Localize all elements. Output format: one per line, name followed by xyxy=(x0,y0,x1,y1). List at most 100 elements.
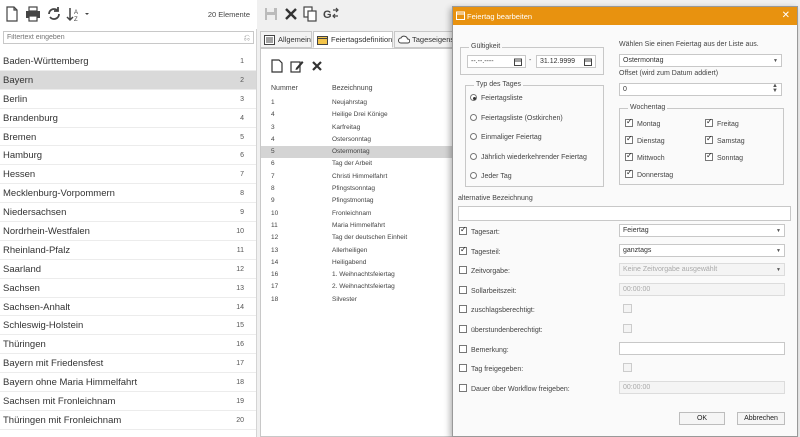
tab-allgemein[interactable]: Allgemein xyxy=(260,31,312,48)
weekday-checkbox[interactable]: Dienstag xyxy=(625,134,665,145)
calendar-picker-icon[interactable] xyxy=(514,58,522,66)
holiday-name: Neujahrstag xyxy=(332,99,368,106)
state-number: 7 xyxy=(240,171,244,179)
table-row[interactable]: 6 Tag der Arbeit xyxy=(261,158,455,170)
property-checkbox[interactable]: zuschlagsberechtigt: xyxy=(459,305,535,314)
table-row[interactable]: 1 Neujahrstag xyxy=(261,97,455,109)
list-item[interactable]: Bremen 5 xyxy=(0,128,256,147)
list-item[interactable]: Berlin 3 xyxy=(0,90,256,109)
delete-icon[interactable] xyxy=(284,6,298,22)
table-row[interactable]: 4 Ostersonntag xyxy=(261,134,455,146)
property-checkbox[interactable]: Tagesteil: xyxy=(459,245,501,256)
day-type-radio[interactable]: Feiertagsliste (Ostkirchen) xyxy=(470,113,563,122)
filter-input[interactable] xyxy=(4,32,234,43)
list-item[interactable]: Brandenburg 4 xyxy=(0,109,256,128)
calendar-picker-icon[interactable] xyxy=(584,58,592,66)
list-item[interactable]: Bayern mit Friedensfest 17 xyxy=(0,354,256,374)
list-item[interactable]: Rheinland-Pfalz 11 xyxy=(0,241,256,260)
table-row[interactable]: 5 Ostermontag xyxy=(261,146,455,159)
property-value-field[interactable]: Feiertag ▼ xyxy=(619,224,785,237)
new-document-icon[interactable] xyxy=(5,6,21,22)
list-item[interactable]: Sachsen 13 xyxy=(0,279,256,298)
list-item[interactable]: Hamburg 6 xyxy=(0,146,256,166)
weekday-checkbox[interactable]: Sonntag xyxy=(705,151,743,162)
date-to-field[interactable]: 31.12.9999 xyxy=(536,55,596,68)
list-item[interactable]: Hessen 7 xyxy=(0,165,256,185)
holiday-select[interactable]: Ostermontag ▼ xyxy=(619,54,782,67)
table-row[interactable]: 14 Heiligabend xyxy=(261,257,455,269)
weekday-checkbox[interactable]: Mittwoch xyxy=(625,151,665,162)
col-number-header[interactable]: Nummer xyxy=(271,85,298,92)
save-icon[interactable] xyxy=(264,6,278,22)
weekday-checkbox[interactable]: Montag xyxy=(625,117,660,128)
new-holiday-icon[interactable] xyxy=(271,59,285,73)
spinner-icon[interactable]: ▲ ▼ xyxy=(772,84,778,94)
table-row[interactable]: 12 Tag der deutschen Einheit xyxy=(261,232,455,244)
list-item[interactable]: Saarland 12 xyxy=(0,260,256,279)
table-row[interactable]: 10 Fronleichnam xyxy=(261,208,455,220)
close-icon[interactable]: ✕ xyxy=(782,10,790,21)
holiday-number: 12 xyxy=(271,234,279,242)
date-from-field[interactable]: --.--.---- xyxy=(467,55,526,68)
table-row[interactable]: 16 1. Weihnachtsfeiertag xyxy=(261,269,455,281)
day-type-radio[interactable]: Feiertagsliste xyxy=(470,94,523,102)
radio-icon xyxy=(470,133,477,140)
list-item[interactable]: Sachsen mit Fronleichnam 19 xyxy=(0,392,256,411)
checkbox-icon xyxy=(459,325,467,333)
state-number: 11 xyxy=(236,246,244,254)
state-number: 15 xyxy=(236,322,244,330)
list-item[interactable]: Thüringen mit Fronleichnam 20 xyxy=(0,411,256,430)
property-value-field[interactable]: ganztags ▼ xyxy=(619,243,785,257)
table-row[interactable]: 17 2. Weihnachtsfeiertag xyxy=(261,281,455,293)
table-row[interactable]: 11 Maria Himmelfahrt xyxy=(261,220,455,232)
day-type-radio[interactable]: Jeder Tag xyxy=(470,172,512,180)
alt-name-field[interactable] xyxy=(458,206,791,221)
sync-icon[interactable]: G xyxy=(323,6,339,22)
property-checkbox[interactable]: Sollarbeitszeit: xyxy=(459,285,517,295)
day-type-radio[interactable]: Einmaliger Feiertag xyxy=(470,133,542,141)
holiday-name: Ostermontag xyxy=(332,148,370,156)
delete-holiday-icon[interactable] xyxy=(311,59,325,73)
property-value-field[interactable] xyxy=(619,341,785,355)
cancel-button[interactable]: Abbrechen xyxy=(737,412,785,425)
table-row[interactable]: 3 Karfreitag xyxy=(261,122,455,134)
day-type-radio[interactable]: Jährlich wiederkehrender Feiertag xyxy=(470,152,587,161)
list-item[interactable]: Bayern ohne Maria Himmelfahrt 18 xyxy=(0,373,256,393)
clear-filter-icon[interactable]: ⎌ xyxy=(244,33,250,43)
tab-tageseigenschaften[interactable]: Tageseigensch xyxy=(394,31,454,48)
checkbox-icon xyxy=(459,383,467,392)
day-type-label: Einmaliger Feiertag xyxy=(481,134,542,141)
list-item[interactable]: Nordrhein-Westfalen 10 xyxy=(0,222,256,241)
property-checkbox[interactable]: Bemerkung: xyxy=(459,344,509,354)
weekday-checkbox[interactable]: Donnerstag xyxy=(625,168,673,179)
table-row[interactable]: 13 Allerheiligen xyxy=(261,245,455,257)
property-checkbox[interactable]: Dauer über Workflow freigeben: xyxy=(459,383,570,393)
property-checkbox[interactable]: Zeitvorgabe: xyxy=(459,266,510,275)
offset-field[interactable]: 0 ▲ ▼ xyxy=(619,83,782,96)
list-item[interactable]: Mecklenburg-Vorpommern 8 xyxy=(0,184,256,204)
weekday-checkbox[interactable]: Freitag xyxy=(705,117,739,128)
property-checkbox[interactable]: überstundenberechtigt: xyxy=(459,325,543,334)
copy-icon[interactable] xyxy=(303,6,317,22)
weekday-checkbox[interactable]: Samstag xyxy=(705,134,745,145)
list-item[interactable]: Baden-Württemberg 1 xyxy=(0,52,256,71)
table-row[interactable]: 9 Pfingstmontag xyxy=(261,195,455,207)
refresh-icon[interactable] xyxy=(46,6,62,22)
list-item[interactable]: Thüringen 16 xyxy=(0,335,256,355)
list-item[interactable]: Bayern 2 xyxy=(0,70,256,90)
tab-feiertagsdefinition[interactable]: Feiertagsdefinition xyxy=(313,31,393,48)
col-name-header[interactable]: Bezeichnung xyxy=(332,85,372,92)
table-row[interactable]: 4 Heilige Drei Könige xyxy=(261,109,455,121)
print-icon[interactable] xyxy=(25,6,41,22)
property-checkbox[interactable]: Tag freigegeben: xyxy=(459,364,523,373)
list-item[interactable]: Niedersachsen 9 xyxy=(0,203,256,223)
list-item[interactable]: Sachsen-Anhalt 14 xyxy=(0,298,256,317)
list-item[interactable]: Schleswig-Holstein 15 xyxy=(0,316,256,336)
table-row[interactable]: 8 Pfingstsonntag xyxy=(261,183,455,195)
table-row[interactable]: 18 Silvester xyxy=(261,294,455,306)
edit-holiday-icon[interactable] xyxy=(290,59,304,73)
property-checkbox[interactable]: Tagesart: xyxy=(459,225,500,236)
ok-button[interactable]: OK xyxy=(679,412,725,425)
table-row[interactable]: 7 Christi Himmelfahrt xyxy=(261,171,455,183)
sort-icon[interactable]: AZ xyxy=(66,6,92,22)
